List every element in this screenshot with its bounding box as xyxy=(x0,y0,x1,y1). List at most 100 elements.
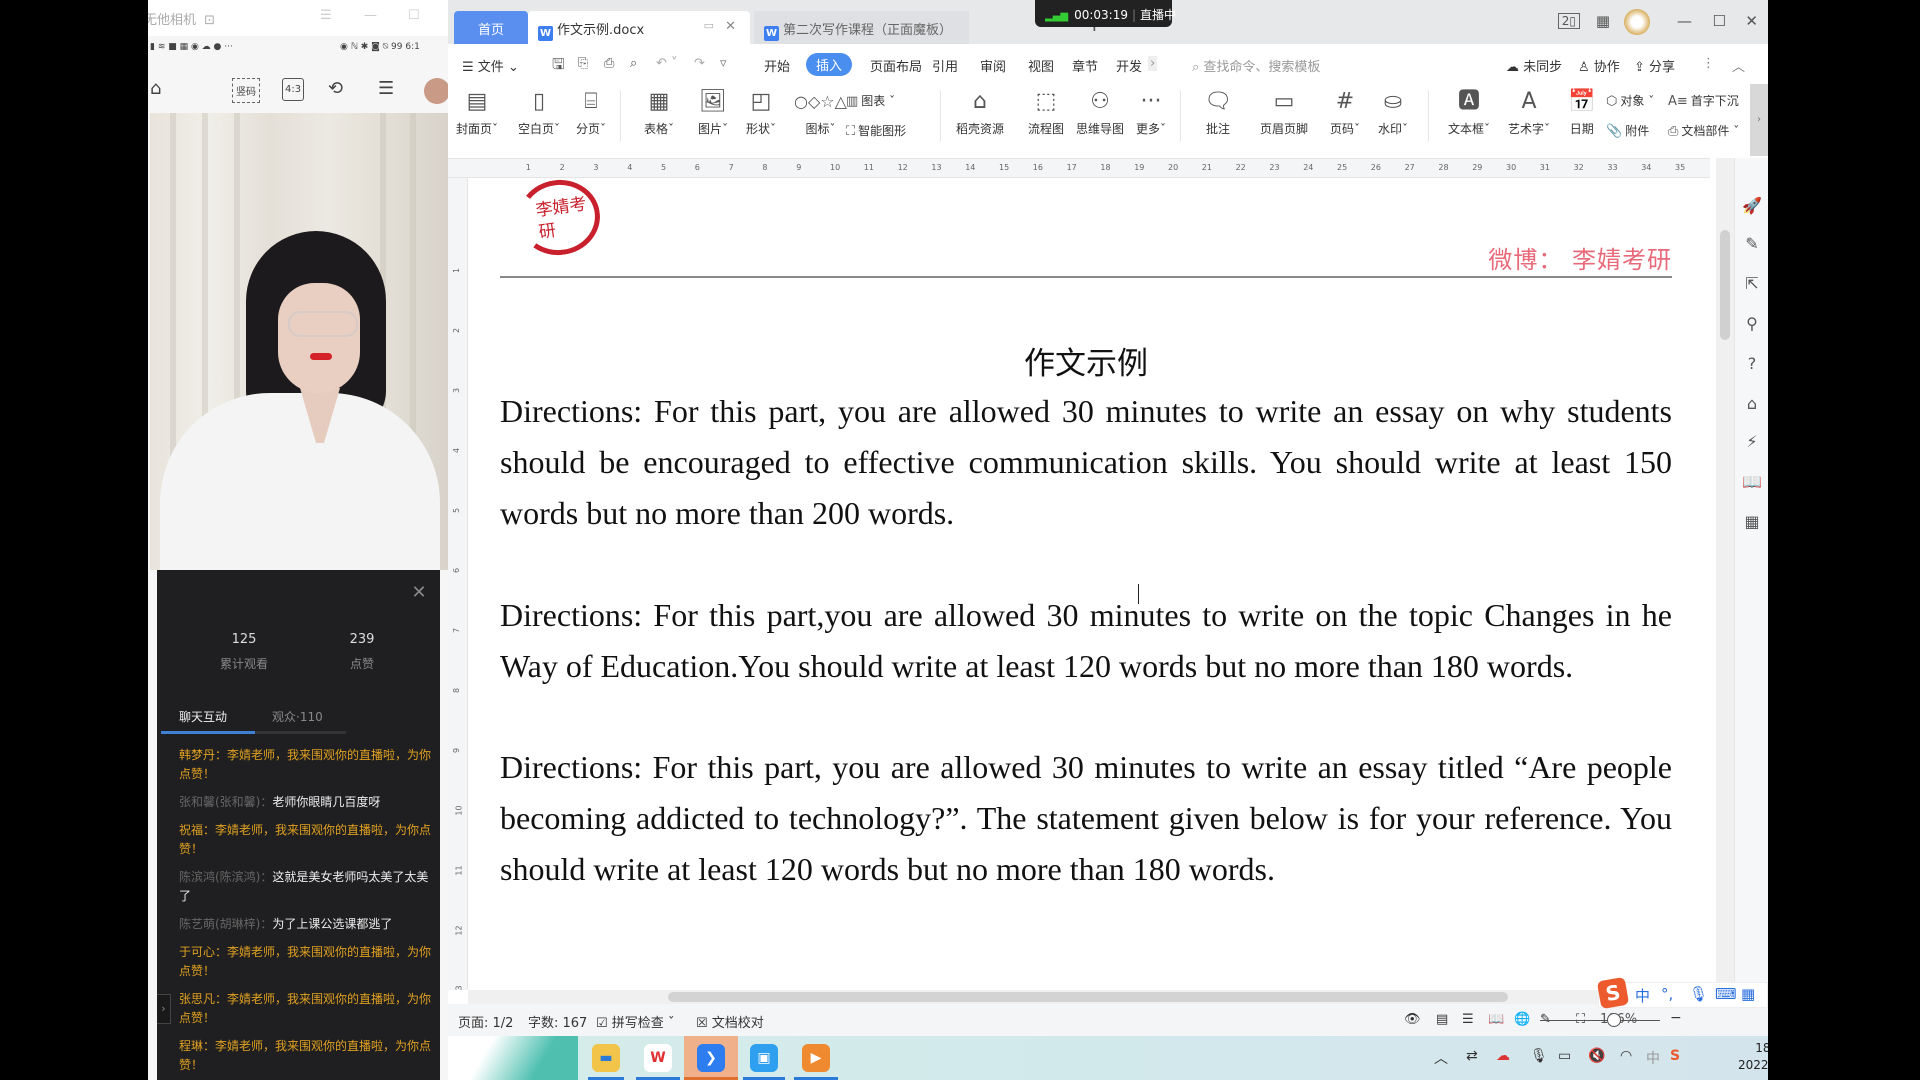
share-button[interactable]: ⇪ 分享 xyxy=(1634,56,1675,75)
feishu-icon[interactable]: ❯ xyxy=(697,1044,725,1072)
table-button[interactable]: ▦ 表格ˇ xyxy=(644,88,674,137)
page-view-icon[interactable]: ▤ xyxy=(1436,1012,1448,1027)
menu-review[interactable]: 审阅 xyxy=(980,56,1006,75)
punctuation-icon[interactable]: °, xyxy=(1661,985,1673,1003)
command-search[interactable]: ⌕ 查找命令、搜索模板 xyxy=(1192,56,1320,75)
redo-icon[interactable]: ↷ xyxy=(694,56,705,71)
sync-status[interactable]: ☁ 未同步 xyxy=(1506,56,1562,75)
scroll-thumb[interactable] xyxy=(668,992,1508,1002)
chevron-right-icon[interactable]: › xyxy=(157,994,171,1024)
close-tab-icon[interactable]: ✕ xyxy=(725,19,736,34)
system-clock[interactable]: 18:19 2022/11/15 xyxy=(1738,1040,1768,1074)
watermark-button[interactable]: ⛀ 水印ˇ xyxy=(1378,88,1408,137)
close-window-icon[interactable]: ✕ xyxy=(1745,12,1758,30)
attachment-button[interactable]: 📎 附件 xyxy=(1606,122,1649,139)
menu-start[interactable]: 开始 xyxy=(764,56,790,75)
word-count[interactable]: 字数: 167 xyxy=(528,1012,587,1031)
select-cursor-icon[interactable]: ⇱ xyxy=(1742,274,1762,293)
sogou-tray-icon[interactable]: S xyxy=(1670,1048,1680,1064)
cloud-error-icon[interactable]: ☁ xyxy=(1496,1048,1510,1064)
table-edit-icon[interactable]: ▦ xyxy=(1742,512,1762,531)
mindmap-button[interactable]: ⚇ 思维导图 xyxy=(1076,88,1124,137)
tab-document[interactable]: W 第二次写作课程（正面魔板） xyxy=(754,11,969,44)
menu-page-layout[interactable]: 页面布局 xyxy=(870,56,922,75)
shape-button[interactable]: ◰ 形状ˇ xyxy=(746,88,776,137)
scroll-thumb[interactable] xyxy=(1720,230,1730,340)
book-search-icon[interactable]: 📖 xyxy=(1742,472,1762,491)
horizontal-scrollbar[interactable] xyxy=(468,990,1716,1004)
menu-more-chevron[interactable]: › xyxy=(1148,56,1158,71)
textbox-button[interactable]: 🅰 文本框ˇ xyxy=(1448,88,1490,137)
resources-button[interactable]: ⌂ 稻壳资源 xyxy=(956,88,1004,137)
sogou-logo-icon[interactable]: S xyxy=(1596,976,1630,1010)
comment-button[interactable]: 🗨 批注 xyxy=(1204,88,1232,137)
battery-icon[interactable]: ▭ xyxy=(1558,1048,1571,1064)
customize-icon[interactable]: ▿ xyxy=(720,56,727,71)
zoom-slider[interactable] xyxy=(1540,1020,1660,1021)
ime-mode[interactable]: 中 xyxy=(1635,985,1650,1006)
store-icon[interactable]: ⌂ xyxy=(1742,394,1762,413)
home-icon[interactable]: ⌂ xyxy=(150,78,161,99)
microphone-icon[interactable]: 🎙 xyxy=(1689,985,1708,1003)
file-menu[interactable]: ☰ 文件 ⌄ xyxy=(462,56,519,75)
adjust-icon[interactable]: ⚲ xyxy=(1742,314,1762,333)
menu-insert[interactable]: 插入 xyxy=(806,53,853,76)
date-button[interactable]: 📅 日期 xyxy=(1568,88,1595,137)
horizontal-ruler[interactable]: 1 2 3 4 5 6 7 8 9 10 11 12 13 14 15 16 17 18 19 20 21 22 23 24 2… xyxy=(448,158,1710,178)
tab-document-active[interactable]: W 作文示例.docx ▭ ✕ xyxy=(528,11,750,44)
camera-minimize-icon[interactable]: — xyxy=(364,8,377,23)
header-footer-button[interactable]: ▭ 页眉页脚 xyxy=(1260,88,1308,137)
tab-audience[interactable]: 观众·110 xyxy=(272,708,323,725)
pen-icon[interactable]: ✎ xyxy=(1742,234,1762,253)
user-avatar[interactable] xyxy=(1624,9,1650,35)
document-page[interactable]: 李婧考研 微博： 李婧考研 作文示例 Directions: For this … xyxy=(468,178,1716,990)
ime-apps-icon[interactable]: ▦ xyxy=(1741,985,1755,1003)
ratio-button[interactable]: 4:3 xyxy=(282,78,305,101)
outline-view-icon[interactable]: ☰ xyxy=(1462,1012,1474,1027)
zoom-out-button[interactable]: − xyxy=(1670,1010,1682,1026)
picture-button[interactable]: 🖼 图片ˇ xyxy=(698,88,728,137)
apps-grid-icon[interactable]: ▦ xyxy=(1596,12,1610,30)
page-count[interactable]: 页面: 1/2 xyxy=(458,1012,513,1031)
menu-view[interactable]: 视图 xyxy=(1028,56,1054,75)
page-break-button[interactable]: ⌸ 分页ˇ xyxy=(576,88,606,137)
pin-icon[interactable]: ▭ xyxy=(704,19,714,32)
camera-pin-icon[interactable]: ⊡ xyxy=(204,13,215,28)
close-icon[interactable]: ✕ xyxy=(408,582,430,604)
minimize-icon[interactable]: — xyxy=(1677,12,1692,30)
menu-references[interactable]: 引用 xyxy=(932,56,958,75)
flowchart-button[interactable]: ⬚ 流程图 xyxy=(1028,88,1064,137)
live-stream-app-icon[interactable]: ▶ xyxy=(802,1044,830,1072)
help-icon[interactable]: ? xyxy=(1742,354,1762,373)
wps-office-icon[interactable]: W xyxy=(644,1044,672,1072)
print-preview-icon[interactable]: ⌕ xyxy=(630,56,637,71)
qr-icon[interactable]: 竖码 xyxy=(232,78,260,103)
chart-button[interactable]: ▥ 图表 ˇ xyxy=(846,92,895,109)
more-options-icon[interactable]: ⋮ xyxy=(1702,56,1715,71)
collapse-ribbon-icon[interactable]: ︿ xyxy=(1732,56,1745,75)
spell-check-button[interactable]: ☑ 拼写检查 ˇ xyxy=(596,1012,674,1031)
menu-developer[interactable]: 开发 xyxy=(1116,56,1142,75)
volume-muted-icon[interactable]: 🔇 xyxy=(1588,1048,1605,1064)
smartart-button[interactable]: ⛶ 智能图形 xyxy=(846,122,906,139)
docparts-button[interactable]: ⎙ 文档部件 ˇ xyxy=(1668,122,1739,139)
flip-camera-icon[interactable]: ⟲ xyxy=(328,78,343,99)
dropcap-button[interactable]: A≡ 首字下沉 xyxy=(1668,92,1739,109)
blank-page-button[interactable]: ▯ 空白页ˇ xyxy=(518,88,560,137)
rocket-icon[interactable]: 🚀 xyxy=(1742,196,1762,215)
vertical-scrollbar[interactable] xyxy=(1716,158,1734,990)
ime-tray-icon[interactable]: 中 xyxy=(1646,1048,1660,1068)
page-number-button[interactable]: # 页码ˇ xyxy=(1330,88,1360,137)
menu-chapter[interactable]: 章节 xyxy=(1072,56,1098,75)
vertical-ruler[interactable]: 12345678910111213 xyxy=(448,178,468,990)
web-view-icon[interactable]: 🌐 xyxy=(1514,1012,1530,1027)
cover-page-button[interactable]: ▤ 封面页ˇ xyxy=(456,88,498,137)
keyboard-icon[interactable]: ⌨ xyxy=(1715,985,1737,1003)
file-explorer-icon[interactable]: ▬ xyxy=(592,1044,620,1072)
save-icon[interactable]: 🖫 xyxy=(552,54,565,79)
object-button[interactable]: ⬡ 对象 ˇ xyxy=(1606,92,1654,109)
tab-home[interactable]: 首页 xyxy=(454,11,528,44)
eye-protection-icon[interactable]: 👁 xyxy=(1404,1012,1421,1027)
undo-icon[interactable]: ↶ ˅ xyxy=(656,56,678,71)
proofread-button[interactable]: ☒ 文档校对 xyxy=(696,1012,764,1031)
